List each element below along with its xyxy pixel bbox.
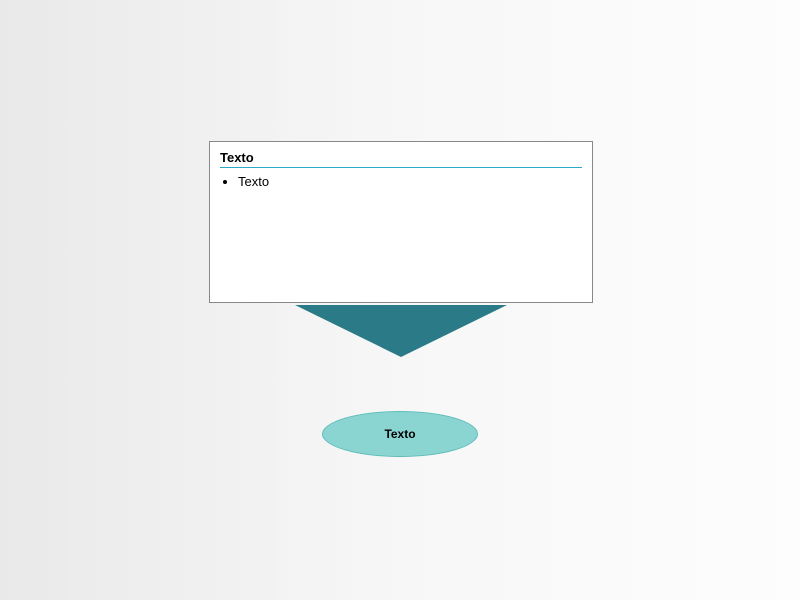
card-list: Texto (220, 174, 582, 189)
card-title: Texto (220, 150, 582, 165)
card-divider (220, 167, 582, 168)
content-card: Texto Texto (209, 141, 593, 303)
ellipse-label: Texto (384, 427, 415, 441)
diagram-canvas: Texto Texto Texto (0, 0, 800, 600)
ellipse-node: Texto (322, 411, 478, 457)
down-arrow-icon (295, 305, 507, 357)
list-item: Texto (238, 174, 582, 189)
